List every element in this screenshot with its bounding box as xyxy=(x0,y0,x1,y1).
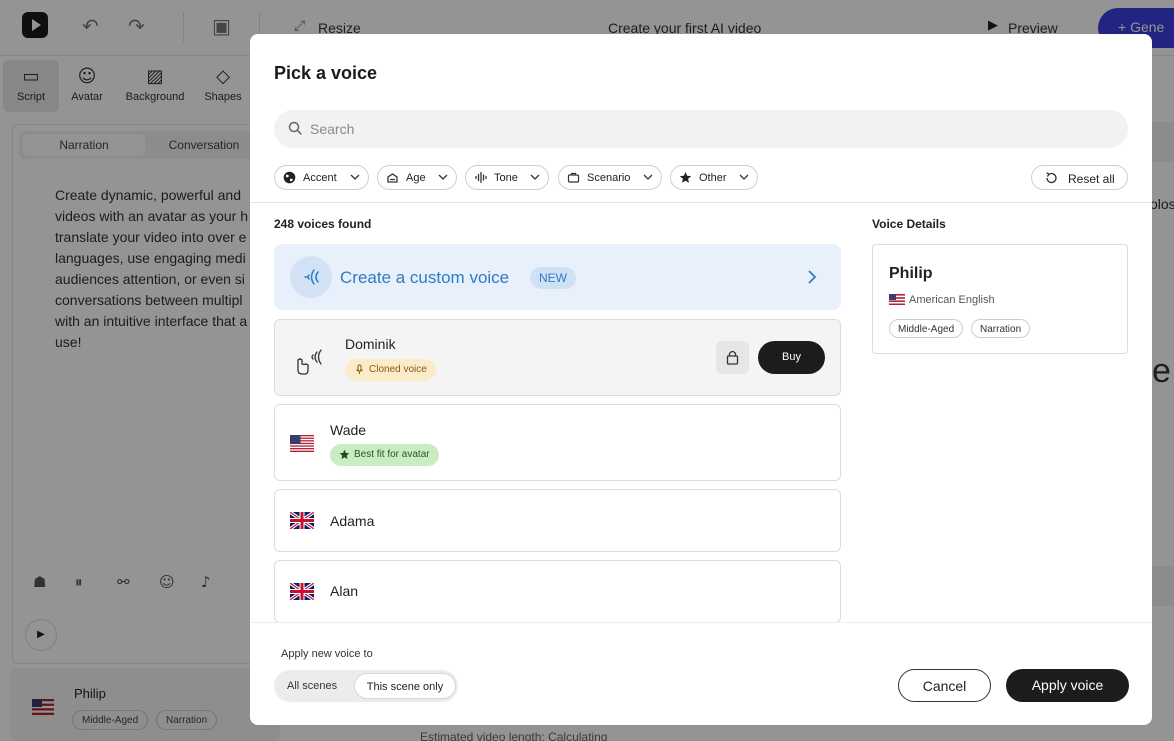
lock-button[interactable] xyxy=(716,341,749,374)
details-voice-name: Philip xyxy=(889,265,933,282)
scope-all-scenes[interactable]: All scenes xyxy=(287,680,337,692)
uk-flag-icon xyxy=(290,512,314,529)
reset-label: Reset all xyxy=(1068,172,1115,186)
filter-accent[interactable]: Accent xyxy=(274,165,369,190)
globe-icon xyxy=(283,171,296,184)
custom-voice-label: Create a custom voice xyxy=(340,268,510,287)
voice-item-adama[interactable]: Adama xyxy=(274,489,841,552)
apply-voice-button[interactable]: Apply voice xyxy=(1006,669,1129,702)
search-icon xyxy=(288,121,302,135)
filters-divider xyxy=(250,202,1152,203)
voices-count: 248 voices found xyxy=(274,217,372,231)
voice-item-alan[interactable]: Alan xyxy=(274,560,841,622)
age-icon xyxy=(387,173,398,183)
us-flag-icon xyxy=(889,294,905,305)
filter-scenario[interactable]: Scenario xyxy=(558,165,662,190)
voice-name: Dominik xyxy=(345,336,396,352)
filter-label: Other xyxy=(699,172,727,184)
filter-label: Tone xyxy=(494,172,518,184)
create-custom-voice-button[interactable]: Create a custom voice NEW xyxy=(274,244,841,310)
chevron-down-icon xyxy=(643,174,653,180)
lock-icon xyxy=(726,350,739,365)
apply-scope-toggle: All scenes This scene only xyxy=(274,670,458,702)
badge-label: Cloned voice xyxy=(369,364,427,375)
voice-details-title: Voice Details xyxy=(872,217,946,231)
buy-button[interactable]: Buy xyxy=(758,341,825,374)
voice-name: Adama xyxy=(330,513,375,529)
filter-label: Age xyxy=(406,172,426,184)
chevron-right-icon xyxy=(808,270,817,284)
voice-name: Wade xyxy=(330,422,367,438)
chevron-down-icon xyxy=(530,174,540,180)
star-icon xyxy=(339,449,350,459)
chevron-down-icon xyxy=(350,174,360,180)
custom-voice-icon xyxy=(290,256,332,298)
filter-other[interactable]: Other xyxy=(670,165,758,190)
apply-to-label: Apply new voice to xyxy=(281,648,373,660)
badge-label: Best fit for avatar xyxy=(354,449,430,460)
details-tag: Middle-Aged xyxy=(889,319,964,338)
filter-label: Scenario xyxy=(587,172,631,184)
details-tag: Narration xyxy=(971,319,1031,338)
filter-tone[interactable]: Tone xyxy=(465,165,549,190)
filter-age[interactable]: Age xyxy=(377,165,457,190)
us-flag-icon xyxy=(290,435,314,452)
footer-divider xyxy=(250,622,1152,623)
details-accent: American English xyxy=(909,294,995,306)
filter-label: Accent xyxy=(303,172,337,184)
uk-flag-icon xyxy=(290,583,314,600)
best-fit-badge: Best fit for avatar xyxy=(330,444,439,466)
briefcase-icon xyxy=(567,172,580,183)
reset-icon xyxy=(1046,172,1057,184)
voice-item-dominik[interactable]: Dominik Cloned voice Buy xyxy=(274,319,841,396)
reset-all-button[interactable]: Reset all xyxy=(1031,165,1128,190)
voice-item-wade[interactable]: Wade Best fit for avatar xyxy=(274,404,841,481)
star-icon xyxy=(679,172,692,183)
waveform-icon xyxy=(475,171,487,184)
voice-list[interactable]: Create a custom voice NEW Dominik Cloned… xyxy=(250,242,850,622)
new-badge: NEW xyxy=(530,267,576,289)
dialog-title: Pick a voice xyxy=(274,63,378,83)
chevron-down-icon xyxy=(438,174,448,180)
search-bar[interactable] xyxy=(274,110,1128,148)
search-input[interactable] xyxy=(310,114,1110,144)
voice-name: Alan xyxy=(330,583,359,599)
cancel-button[interactable]: Cancel xyxy=(898,669,991,702)
cursor-voice-icon xyxy=(297,349,322,375)
microphone-icon xyxy=(356,364,363,374)
pick-voice-dialog: Pick a voice Accent Age Tone xyxy=(250,34,1152,725)
scope-this-scene[interactable]: This scene only xyxy=(354,673,456,699)
voice-details-card: Philip American English Middle-Aged Narr… xyxy=(872,244,1128,354)
cloned-voice-badge: Cloned voice xyxy=(345,359,436,381)
chevron-down-icon xyxy=(739,174,749,180)
